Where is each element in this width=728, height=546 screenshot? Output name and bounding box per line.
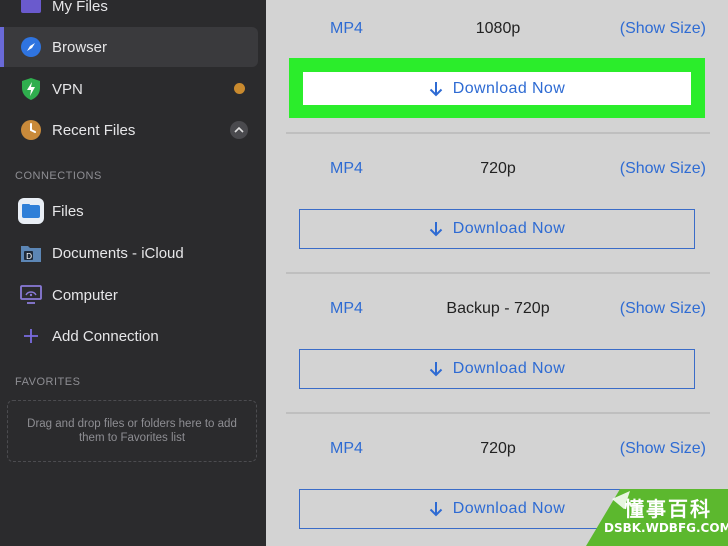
sidebar-item-files[interactable]: Files [0,191,258,231]
sidebar-item-label: Recent Files [52,121,136,139]
clock-icon [18,117,44,143]
download-arrow-icon [429,502,442,517]
show-size-link[interactable]: (Show Size) [620,160,706,178]
shield-icon [18,76,44,102]
sidebar-item-label: Computer [52,286,118,304]
show-size-link[interactable]: (Show Size) [620,20,706,38]
download-arrow-icon [429,81,442,96]
status-badge [234,83,245,94]
download-option-row: MP4 Backup - 720p (Show Size) [286,294,706,324]
divider [286,272,710,274]
svg-text:D: D [26,252,32,261]
download-options-panel: MP4 1080p (Show Size) Download Now MP4 7… [266,0,728,546]
download-arrow-icon [429,362,442,377]
watermark-en: DSBK.WDBFG.COM [604,521,728,535]
download-now-button[interactable]: Download Now [303,72,691,105]
favorites-drop-zone[interactable]: Drag and drop files or folders here to a… [7,400,257,462]
download-now-label: Download Now [452,500,566,517]
show-size-link[interactable]: (Show Size) [620,440,706,458]
sidebar-item-label: My Files [52,0,108,15]
documents-folder-icon: D [18,240,44,266]
show-size-link[interactable]: (Show Size) [620,300,706,318]
download-now-button[interactable]: Download Now [299,209,695,249]
sidebar-item-computer[interactable]: Computer [0,275,258,315]
connections-heading: CONNECTIONS [15,170,102,182]
chevron-up-icon [234,126,244,133]
download-now-label: Download Now [452,220,566,237]
favorites-heading: FAVORITES [15,376,81,388]
download-now-label: Download Now [452,79,566,97]
add-connection-button[interactable]: Add Connection [0,316,258,356]
sidebar-item-documents-icloud[interactable]: D Documents - iCloud [0,233,258,273]
sidebar-item-label: Add Connection [52,327,159,345]
sidebar-item-label: Files [52,202,84,220]
sidebar-item-label: VPN [52,80,83,98]
sidebar-item-browser[interactable]: Browser [0,27,258,67]
divider [286,132,710,134]
divider [286,412,710,414]
sidebar-item-recent-files[interactable]: Recent Files [0,110,258,150]
plus-icon [18,323,44,349]
sidebar: My Files Browser VPN Recent Files CONNEC… [0,0,266,546]
watermark: 懂事百科 DSBK.WDBFG.COM [586,489,728,546]
download-arrow-icon [429,222,442,237]
folder-icon [18,0,44,19]
sidebar-item-vpn[interactable]: VPN [0,69,258,109]
sidebar-item-label: Browser [52,38,108,56]
compass-icon [18,34,44,60]
sidebar-item-label: Documents - iCloud [52,244,184,262]
sidebar-item-my-files[interactable]: My Files [0,0,258,26]
files-app-icon [18,198,44,224]
computer-icon [18,282,44,308]
download-option-row: MP4 720p (Show Size) [286,434,706,464]
collapse-button[interactable] [230,121,248,139]
download-option-row: MP4 720p (Show Size) [286,154,706,184]
download-option-row: MP4 1080p (Show Size) [286,14,706,44]
download-now-button[interactable]: Download Now [299,349,695,389]
download-now-label: Download Now [452,360,566,377]
watermark-cn: 懂事百科 [624,497,712,521]
favorites-hint: Drag and drop files or folders here to a… [27,418,237,444]
